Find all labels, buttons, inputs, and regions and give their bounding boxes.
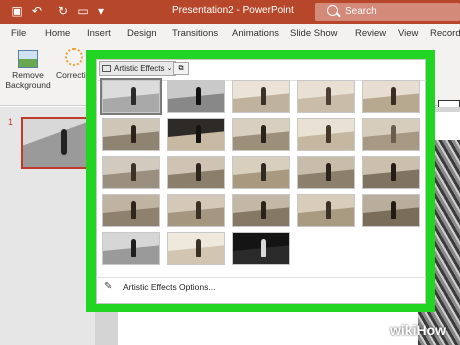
effect-figure bbox=[196, 87, 201, 105]
effect-figure bbox=[196, 163, 201, 181]
watermark: wikiHow bbox=[390, 322, 447, 338]
divider bbox=[96, 277, 426, 278]
search-box[interactable]: Search bbox=[315, 3, 460, 21]
effect-figure bbox=[196, 201, 201, 219]
effect-mosaic-bubbles[interactable] bbox=[297, 156, 355, 189]
tab-review[interactable]: Review bbox=[355, 28, 386, 39]
effect-texturizer[interactable] bbox=[167, 194, 225, 227]
effect-figure bbox=[391, 125, 396, 143]
effect-light-screen[interactable] bbox=[102, 156, 160, 189]
artistic-effects-label: Artistic Effects bbox=[114, 64, 165, 73]
tab-file[interactable]: File bbox=[11, 28, 26, 39]
effect-figure bbox=[326, 125, 331, 143]
effect-line-drawing[interactable] bbox=[362, 80, 420, 113]
artistic-effects-button[interactable]: Artistic Effects ⌄ bbox=[99, 61, 176, 76]
effect-figure bbox=[131, 239, 136, 257]
effect-film-grain[interactable] bbox=[232, 156, 290, 189]
save-icon[interactable]: ▣ bbox=[10, 4, 24, 18]
tab-animations[interactable]: Animations bbox=[232, 28, 279, 39]
effect-photocopy[interactable] bbox=[167, 232, 225, 265]
effect-paint-strokes[interactable] bbox=[167, 118, 225, 151]
effect-blur[interactable] bbox=[362, 118, 420, 151]
remove-background-button[interactable]: Remove Background bbox=[4, 70, 52, 90]
effect-pencil-grayscale[interactable] bbox=[232, 80, 290, 113]
effect-cutout[interactable] bbox=[102, 232, 160, 265]
effect-pencil-sketch[interactable] bbox=[297, 80, 355, 113]
tab-design[interactable]: Design bbox=[127, 28, 157, 39]
tab-insert[interactable]: Insert bbox=[87, 28, 111, 39]
effect-figure bbox=[196, 239, 201, 257]
effect-watercolor-sponge[interactable] bbox=[167, 156, 225, 189]
tab-view[interactable]: View bbox=[398, 28, 418, 39]
effect-figure bbox=[326, 163, 331, 181]
search-icon bbox=[327, 5, 338, 16]
gallery-header: Artistic Effects ⌄ ⧉ bbox=[99, 61, 424, 77]
effect-figure bbox=[131, 125, 136, 143]
undo-icon[interactable]: ↶ bbox=[30, 4, 44, 18]
corrections-icon bbox=[65, 48, 83, 66]
effect-figure bbox=[326, 87, 331, 105]
tab-record[interactable]: Record bbox=[430, 28, 460, 39]
effect-figure bbox=[131, 201, 136, 219]
effect-figure bbox=[131, 87, 136, 105]
present-icon[interactable]: ▭ bbox=[76, 4, 90, 18]
effect-pastels-smooth[interactable] bbox=[297, 194, 355, 227]
effect-glass[interactable] bbox=[362, 156, 420, 189]
effect-figure bbox=[391, 201, 396, 219]
effect-figure bbox=[391, 163, 396, 181]
more-icon[interactable]: ▾ bbox=[94, 4, 108, 18]
effect-figure bbox=[261, 125, 266, 143]
effect-figure bbox=[196, 125, 201, 143]
effect-figure bbox=[131, 163, 136, 181]
effect-marker[interactable] bbox=[167, 80, 225, 113]
brush-icon: ✎ bbox=[104, 281, 113, 292]
effect-plastic-wrap[interactable] bbox=[362, 194, 420, 227]
redo-icon[interactable]: ↻ bbox=[56, 4, 70, 18]
slide-number: 1 bbox=[8, 117, 14, 127]
tab-home[interactable]: Home bbox=[45, 28, 70, 39]
chevron-down-icon: ⌄ bbox=[166, 65, 173, 72]
effect-figure bbox=[261, 163, 266, 181]
ribbon-tabs: File Home Insert Design Transitions Anim… bbox=[0, 24, 460, 44]
artistic-effects-options-link[interactable]: Artistic Effects Options... bbox=[123, 282, 215, 292]
effect-figure bbox=[261, 87, 266, 105]
search-placeholder: Search bbox=[345, 6, 377, 17]
effect-cement[interactable] bbox=[102, 194, 160, 227]
effect-chalk-sketch[interactable] bbox=[102, 118, 160, 151]
effect-figure bbox=[326, 201, 331, 219]
artistic-effects-icon bbox=[102, 65, 111, 72]
effect-figure bbox=[391, 87, 396, 105]
window-title: Presentation2 - PowerPoint bbox=[172, 5, 294, 16]
effect-crisscross-etching[interactable] bbox=[232, 194, 290, 227]
effect-paint-brush[interactable] bbox=[232, 118, 290, 151]
tab-transitions[interactable]: Transitions bbox=[172, 28, 218, 39]
remove-background-icon bbox=[18, 50, 38, 68]
effect-none[interactable] bbox=[100, 78, 162, 115]
tab-slide-show[interactable]: Slide Show bbox=[290, 28, 338, 39]
transparency-button[interactable]: ⧉ bbox=[173, 62, 189, 75]
effect-figure bbox=[261, 201, 266, 219]
effect-glow-diffused[interactable] bbox=[297, 118, 355, 151]
effect-glow-edges[interactable] bbox=[232, 232, 290, 265]
title-bar: ▣ ↶ ↻ ▭ ▾ Presentation2 - PowerPoint Sea… bbox=[0, 0, 460, 24]
effect-figure bbox=[261, 239, 266, 257]
